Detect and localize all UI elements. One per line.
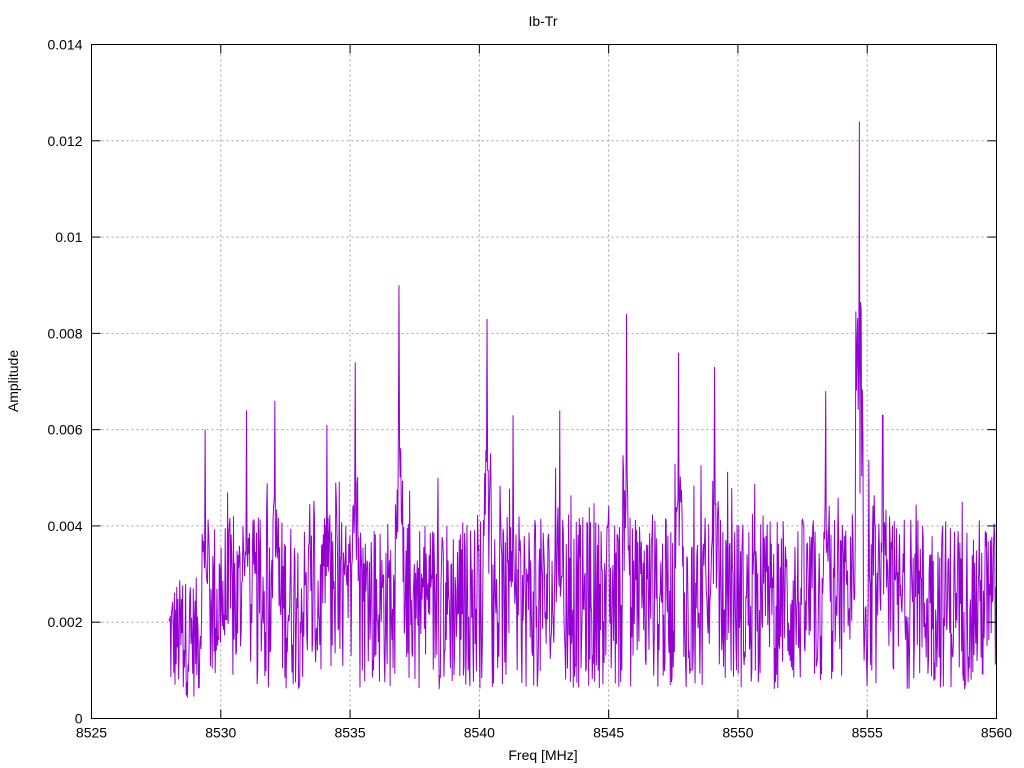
y-tick-labels: 0 0.002 0.004 0.006 0.008 0.01 0.012 0.014	[47, 37, 82, 727]
y-axis-label: Amplitude	[5, 350, 21, 412]
series-plot	[168, 121, 997, 698]
series-line	[168, 121, 997, 698]
y-tick-label: 0.014	[47, 37, 82, 53]
x-tick-label: 8555	[852, 725, 883, 741]
y-tick-label: 0.004	[47, 518, 82, 534]
x-tick-label: 8535	[334, 725, 365, 741]
x-tick-label: 8540	[464, 725, 495, 741]
y-tick-label: 0.006	[47, 422, 82, 438]
y-tick-label: 0.008	[47, 325, 82, 341]
x-tick-label: 8530	[205, 725, 236, 741]
x-tick-label: 8560	[981, 725, 1012, 741]
x-tick-label: 8525	[76, 725, 107, 741]
x-tick-label: 8550	[722, 725, 753, 741]
y-tick-label: 0.012	[47, 133, 82, 149]
x-axis-label: Freq [MHz]	[508, 747, 577, 763]
spectrum-chart: Ib-Tr 8525 8530 8535 8540 8545 8550 8555 8560 0…	[5, 13, 1012, 763]
y-tick-label: 0.002	[47, 614, 82, 630]
chart-title: Ib-Tr	[528, 13, 557, 29]
x-tick-label: 8545	[593, 725, 624, 741]
y-tick-label: 0.01	[55, 229, 82, 245]
x-tick-labels: 8525 8530 8535 8540 8545 8550 8555 8560	[76, 725, 1012, 741]
y-tick-label: 0	[75, 711, 83, 727]
